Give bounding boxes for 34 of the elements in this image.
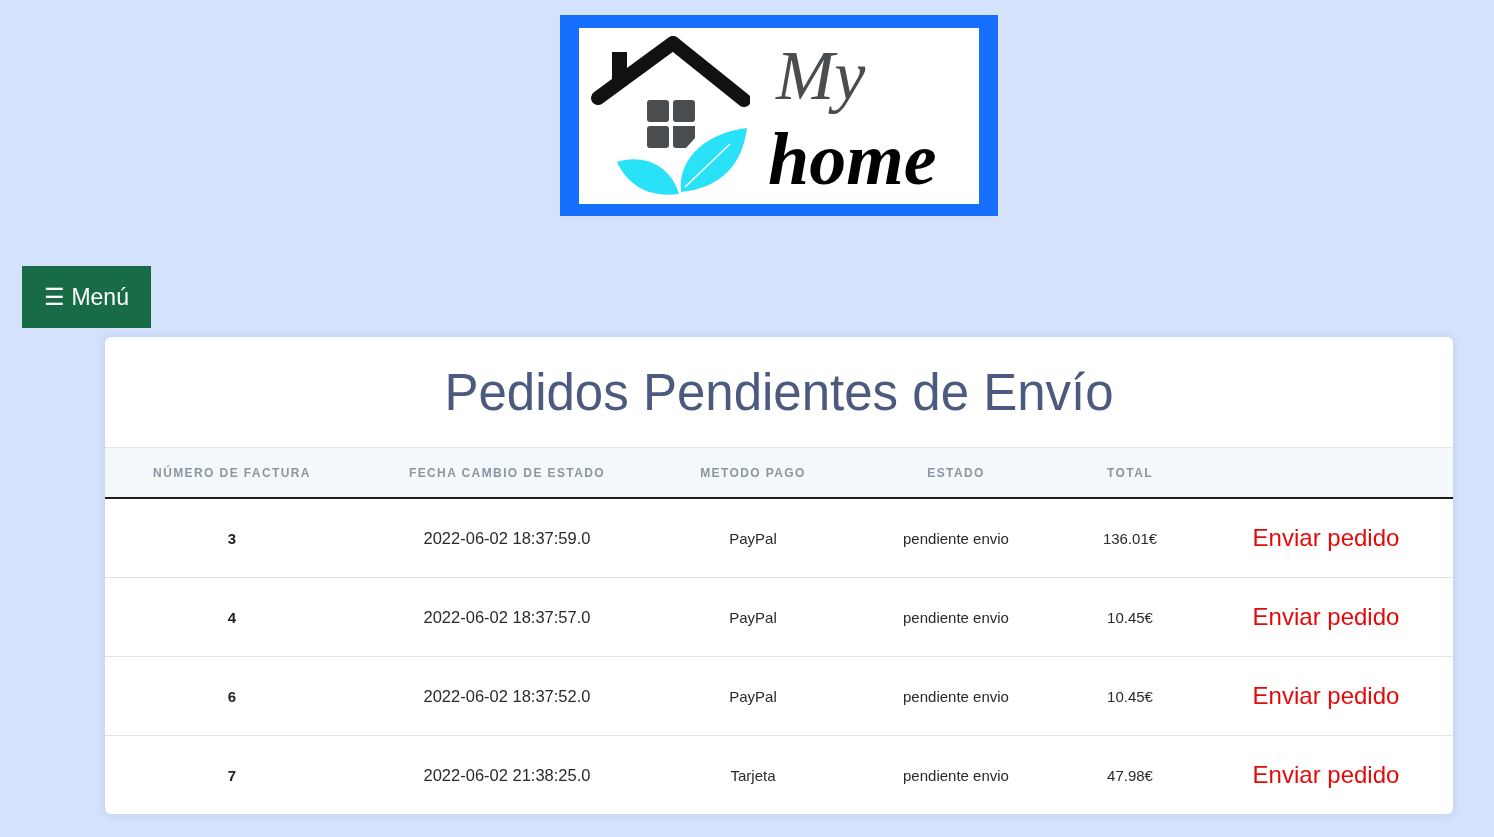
table-cell: PayPal bbox=[729, 608, 777, 626]
table-cell: 136.01€ bbox=[1102, 529, 1158, 547]
menu-button[interactable]: ☰ Menú bbox=[22, 266, 151, 328]
table-cell: pendiente envio bbox=[903, 529, 1009, 547]
column-header: FECHA CAMBIO DE ESTADO bbox=[408, 465, 606, 480]
column-header: TOTAL bbox=[1107, 465, 1153, 480]
table-cell: 2022-06-02 18:37:59.0 bbox=[423, 528, 591, 548]
table-cell: Tarjeta bbox=[730, 766, 776, 784]
table-cell: 4 bbox=[227, 608, 237, 626]
table-cell: 3 bbox=[227, 529, 237, 547]
table-cell: 10.45€ bbox=[1107, 608, 1153, 626]
table-cell: 2022-06-02 18:37:52.0 bbox=[423, 686, 591, 706]
table-cell: 47.98€ bbox=[1107, 766, 1153, 784]
send-order-link[interactable]: Enviar pedido bbox=[1252, 524, 1400, 552]
table-cell: PayPal bbox=[729, 687, 777, 705]
table-cell: PayPal bbox=[729, 529, 777, 547]
logo-text: home bbox=[768, 119, 938, 199]
table-cell: 10.45€ bbox=[1107, 687, 1153, 705]
house-icon bbox=[590, 36, 750, 196]
column-header: NÚMERO DE FACTURA bbox=[153, 465, 311, 480]
table-cell: pendiente envio bbox=[903, 766, 1009, 784]
table-cell: 2022-06-02 18:37:57.0 bbox=[423, 607, 591, 627]
table-cell: pendiente envio bbox=[903, 608, 1009, 626]
send-order-link[interactable]: Enviar pedido bbox=[1252, 603, 1400, 631]
column-header: METODO PAGO bbox=[700, 465, 806, 480]
logo-text: My bbox=[774, 36, 867, 116]
table-cell: 6 bbox=[227, 687, 237, 705]
table-cell: pendiente envio bbox=[903, 687, 1009, 705]
table-cell: 2022-06-02 21:38:25.0 bbox=[423, 765, 591, 785]
send-order-link[interactable]: Enviar pedido bbox=[1252, 761, 1400, 789]
send-order-link[interactable]: Enviar pedido bbox=[1252, 682, 1400, 710]
column-header: ESTADO bbox=[927, 465, 985, 480]
table-cell: 7 bbox=[227, 766, 237, 784]
card-title: Pedidos Pendientes de Envío bbox=[444, 362, 1114, 422]
